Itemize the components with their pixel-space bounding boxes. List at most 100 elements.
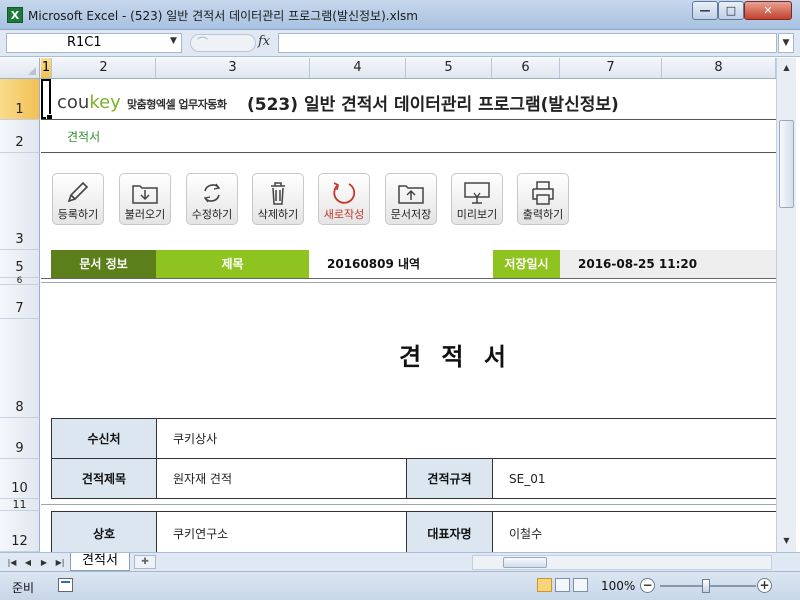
row-header[interactable]: 12	[0, 511, 40, 552]
prev-sheet-icon[interactable]: ◀	[22, 556, 34, 569]
horizontal-scrollbar[interactable]	[472, 555, 772, 570]
status-bar: 준비 100% − +	[0, 571, 800, 600]
zoom-in-icon[interactable]: +	[757, 578, 772, 593]
quote-spec-value[interactable]: SE_01	[493, 459, 776, 499]
delete-button[interactable]: 삭제하기	[252, 173, 304, 225]
row-header[interactable]: 5	[0, 250, 40, 278]
register-button[interactable]: 등록하기	[52, 173, 104, 225]
edit-button[interactable]: 수정하기	[186, 173, 238, 225]
column-header[interactable]: 3	[156, 58, 310, 78]
active-cell-cursor[interactable]	[41, 79, 53, 121]
form-row-company: 상호 쿠키연구소 대표자명 이철수	[51, 511, 776, 552]
button-label: 등록하기	[57, 208, 99, 221]
coukey-logo: coukey	[57, 92, 121, 113]
select-all-corner[interactable]	[0, 58, 40, 78]
row-header[interactable]: 6	[0, 276, 40, 286]
ceo-value[interactable]: 이철수	[493, 512, 776, 552]
trash-icon	[271, 182, 285, 205]
printer-icon	[532, 181, 554, 205]
row-header[interactable]: 11	[0, 498, 40, 511]
divider	[41, 278, 776, 279]
zoom-out-icon[interactable]: −	[640, 578, 655, 593]
scroll-up-icon[interactable]: ▲	[779, 60, 794, 75]
new-sheet-icon[interactable]: ✚	[134, 555, 156, 569]
status-ready: 준비	[12, 581, 35, 595]
maximize-button[interactable]: □	[718, 1, 744, 20]
formula-input[interactable]	[278, 33, 777, 53]
monitor-icon	[464, 182, 490, 204]
pencil-icon	[67, 181, 89, 203]
button-label: 미리보기	[456, 208, 498, 221]
worksheet-grid[interactable]: coukey 맞춤형엑셀 업무자동화 (523) 일반 견적서 데이터관리 프로…	[41, 79, 776, 552]
horizontal-scroll-thumb[interactable]	[503, 557, 547, 568]
column-header[interactable]: 1	[41, 58, 52, 78]
ceo-label: 대표자명	[407, 512, 493, 552]
folder-upload-icon	[398, 185, 424, 204]
row-header[interactable]: 1	[0, 79, 40, 120]
vertical-scroll-thumb[interactable]	[779, 120, 794, 208]
hidden-row-line	[41, 504, 776, 505]
row-header[interactable]: 9	[0, 418, 40, 459]
macro-record-icon[interactable]	[58, 578, 73, 592]
name-box-dropdown-icon[interactable]: ▼	[170, 36, 177, 46]
form-row-recipient: 수신처 쿠키상사	[51, 418, 776, 459]
button-label: 새로작성	[323, 208, 365, 221]
sheet-tab-quote[interactable]: 견적서	[70, 553, 130, 571]
row-header[interactable]: 8	[0, 319, 40, 418]
window-title-bar: X Microsoft Excel - (523) 일반 견적서 데이터관리 프…	[0, 0, 800, 30]
company-label: 상호	[52, 512, 157, 552]
load-button[interactable]: 불러오기	[119, 173, 171, 225]
window-title: Microsoft Excel - (523) 일반 견적서 데이터관리 프로그…	[28, 9, 418, 23]
new-circle-icon	[333, 182, 356, 204]
scroll-down-icon[interactable]: ▼	[779, 533, 794, 548]
column-header[interactable]: 7	[560, 58, 662, 78]
column-header[interactable]: 5	[406, 58, 492, 78]
sheet-tab-bar: |◀ ◀ ▶ ▶| 견적서 ✚	[0, 552, 800, 571]
page-layout-view-icon[interactable]	[555, 578, 570, 592]
column-header[interactable]: 6	[492, 58, 560, 78]
new-document-button[interactable]: 새로작성	[318, 173, 370, 225]
normal-view-icon[interactable]	[537, 578, 552, 592]
name-box[interactable]: R1C1	[6, 33, 182, 53]
row-header[interactable]: 2	[0, 120, 40, 153]
zoom-slider-thumb[interactable]	[702, 579, 710, 593]
excel-app-icon[interactable]: X	[7, 7, 23, 23]
refresh-icon	[203, 183, 221, 203]
page-break-view-icon[interactable]	[573, 578, 588, 592]
first-sheet-icon[interactable]: |◀	[6, 556, 18, 569]
insert-function-icon[interactable]: fx	[258, 34, 270, 49]
title-value[interactable]: 20160809 내역	[327, 250, 420, 278]
recipient-label: 수신처	[52, 419, 157, 459]
column-header[interactable]: 4	[310, 58, 406, 78]
divider	[41, 152, 776, 153]
column-header[interactable]: 8	[662, 58, 776, 78]
zoom-level[interactable]: 100%	[601, 579, 635, 593]
row-header[interactable]: 7	[0, 285, 40, 319]
saved-at-value: 2016-08-25 11:20	[578, 257, 698, 271]
close-button[interactable]: ✕	[744, 1, 792, 20]
quote-spec-label: 견적규격	[407, 459, 493, 499]
divider	[41, 119, 776, 120]
next-sheet-icon[interactable]: ▶	[38, 556, 50, 569]
program-title: (523) 일반 견적서 데이터관리 프로그램(발신정보)	[247, 95, 619, 115]
button-label: 문서저장	[390, 208, 432, 221]
button-label: 삭제하기	[257, 208, 299, 221]
formula-bar-controls: ⌒	[190, 34, 256, 52]
minimize-button[interactable]: —	[692, 1, 718, 20]
row-header[interactable]: 10	[0, 459, 40, 499]
quote-title-value[interactable]: 원자재 견적	[157, 459, 407, 499]
column-header[interactable]: 2	[52, 58, 156, 78]
last-sheet-icon[interactable]: ▶|	[54, 556, 66, 569]
print-button[interactable]: 출력하기	[517, 173, 569, 225]
company-value[interactable]: 쿠키연구소	[157, 512, 407, 552]
save-document-button[interactable]: 문서저장	[385, 173, 437, 225]
expand-formula-bar-icon[interactable]: ▼	[778, 33, 794, 53]
recipient-value[interactable]: 쿠키상사	[157, 419, 776, 459]
vertical-scrollbar[interactable]: ▲ ▼	[776, 58, 796, 552]
button-label: 출력하기	[522, 208, 564, 221]
preview-button[interactable]: 미리보기	[451, 173, 503, 225]
document-title: 견 적 서	[399, 343, 512, 371]
logo-tagline: 맞춤형엑셀 업무자동화	[127, 98, 227, 111]
doc-info-label: 문서 정보	[51, 250, 156, 278]
row-header[interactable]: 3	[0, 153, 40, 250]
